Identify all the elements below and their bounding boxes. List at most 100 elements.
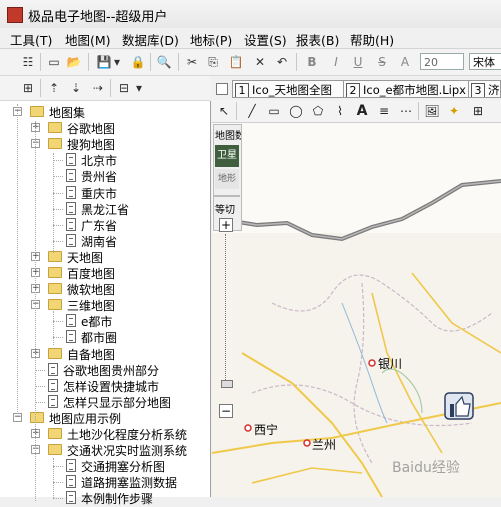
tree-node[interactable]: 北京市	[0, 152, 210, 168]
tree-node-label: 天地图	[67, 250, 104, 265]
find-icon[interactable]: 🔍	[156, 54, 172, 70]
menu-map[interactable]: 地图(M)	[65, 30, 111, 49]
tree-connector	[35, 385, 45, 387]
tree-node[interactable]: 道路拥塞监测数据	[0, 474, 210, 490]
tree-node[interactable]: − 三维地图	[0, 297, 210, 313]
italic-icon[interactable]: I	[328, 54, 344, 70]
tree-node[interactable]: 谷歌地图贵州部分	[0, 362, 210, 378]
copy-icon[interactable]: ⎘	[205, 54, 221, 70]
tree-guide-line	[17, 104, 18, 414]
cut-icon[interactable]: ✂	[184, 54, 200, 70]
paste-icon[interactable]: 📋	[228, 54, 244, 70]
tree-connector	[53, 208, 63, 210]
tree-node[interactable]: − 搜狗地图	[0, 136, 210, 152]
tree-node[interactable]: − 交通状况实时监测系统	[0, 442, 210, 458]
list-icon[interactable]: ☷	[20, 54, 36, 70]
zoom-slider-thumb[interactable]	[221, 380, 233, 388]
tree-node[interactable]: 湖南省	[0, 233, 210, 249]
tree-node[interactable]: 交通拥塞分析图	[0, 458, 210, 474]
indent-icon[interactable]: ⇢	[90, 80, 106, 96]
tab-checkbox[interactable]	[216, 83, 228, 95]
tree-node[interactable]: + 百度地图	[0, 265, 210, 281]
tree-node-label: 贵州省	[81, 170, 118, 185]
tree-node[interactable]: + 微软地图	[0, 281, 210, 297]
map-view[interactable]: 银川 西宁 兰州 Baidu经验	[212, 123, 501, 497]
pointer-icon[interactable]: ↖	[216, 103, 232, 119]
city-label: 兰州	[312, 438, 337, 452]
tab-2[interactable]: 2 Ico_e都市地图.Lipx	[343, 80, 473, 98]
menu-settings[interactable]: 设置(S)	[244, 30, 287, 49]
delete-icon[interactable]: ✕	[252, 54, 268, 70]
open-folder-icon	[30, 106, 44, 117]
polyline-tool-icon[interactable]: ⌇	[332, 103, 348, 119]
document-icon	[66, 185, 76, 199]
text-tool-icon[interactable]: A	[354, 103, 370, 119]
tree-node[interactable]: 都市圈	[0, 329, 210, 345]
undo-icon[interactable]: ↶	[274, 54, 290, 70]
layer-tool-icon[interactable]: ⊞	[470, 103, 486, 119]
folder-icon	[48, 250, 62, 262]
tree-node[interactable]: 本例制作步骤	[0, 490, 210, 506]
more-tools-icon[interactable]: ⋯	[398, 103, 414, 119]
menu-report[interactable]: 报表(B)	[296, 30, 339, 49]
menu-database[interactable]: 数据库(D)	[122, 30, 179, 49]
star-tool-icon[interactable]: ✦	[446, 103, 462, 119]
strikethrough-icon[interactable]: S	[374, 54, 390, 70]
collapse-icon[interactable]: −	[13, 412, 22, 422]
lock-icon[interactable]: 🔒	[130, 54, 146, 70]
tree-node[interactable]: 怎样只显示部分地图	[0, 394, 210, 410]
tab-label: Ico_天地图全图	[252, 83, 332, 97]
image-tool-icon[interactable]: 🖼	[424, 103, 440, 119]
tree-node[interactable]: − 地图集	[0, 104, 210, 120]
terrain-button[interactable]: 地形	[215, 169, 239, 189]
menu-help[interactable]: 帮助(H)	[350, 30, 394, 49]
font-size-select[interactable]: 20	[420, 53, 464, 70]
tree-node[interactable]: − 地图应用示例	[0, 410, 210, 426]
new-file-icon[interactable]: ▭	[46, 54, 62, 70]
layer-switch-label[interactable]: 等切	[215, 201, 235, 216]
zoom-slider-track[interactable]	[225, 234, 227, 384]
tree-node[interactable]: + 谷歌地图	[0, 120, 210, 136]
menu-landmark[interactable]: 地标(P)	[190, 30, 232, 49]
bold-icon[interactable]: B	[304, 54, 320, 70]
font-name-select[interactable]: 宋体	[469, 53, 501, 70]
polygon-tool-icon[interactable]: ⬠	[310, 103, 326, 119]
tree-options-icon[interactable]: ⊟	[116, 80, 132, 96]
tree-node[interactable]: 黑龙江省	[0, 201, 210, 217]
tree-node[interactable]: 怎样设置快捷城市	[0, 378, 210, 394]
watermark: Baidu经验	[392, 460, 460, 476]
line-style-icon[interactable]: ≡	[376, 103, 392, 119]
tree-node[interactable]: e都市	[0, 313, 210, 329]
tree-node[interactable]: + 自备地图	[0, 346, 210, 362]
tree-connector	[53, 160, 63, 162]
tree-guide-line	[53, 311, 54, 345]
tree-node[interactable]: + 天地图	[0, 249, 210, 265]
dropdown-arrow-icon[interactable]: ▾	[112, 54, 122, 70]
app-icon	[7, 7, 23, 23]
zoom-in-button[interactable]: +	[219, 218, 233, 232]
tree-refresh-icon[interactable]: ⊞	[20, 80, 36, 96]
tree-guide-line	[53, 458, 54, 498]
underline-icon[interactable]: U	[350, 54, 366, 70]
move-up-icon[interactable]: ⇡	[46, 80, 62, 96]
zoom-out-button[interactable]: −	[219, 404, 233, 418]
tree-node[interactable]: + 土地沙化程度分析系统	[0, 426, 210, 442]
tree-connector	[53, 498, 63, 500]
rectangle-tool-icon[interactable]: ▭	[266, 103, 282, 119]
tree-node-label: 微软地图	[67, 283, 116, 298]
satellite-button[interactable]: 卫星	[215, 145, 239, 167]
ellipse-tool-icon[interactable]: ◯	[288, 103, 304, 119]
dropdown-arrow-icon[interactable]: ▾	[134, 80, 144, 96]
tab-3[interactable]: 3济	[468, 80, 501, 98]
line-tool-icon[interactable]: ╱	[244, 103, 260, 119]
move-down-icon[interactable]: ⇣	[68, 80, 84, 96]
menu-tools[interactable]: 工具(T)	[10, 30, 52, 49]
save-icon[interactable]: 💾	[96, 54, 112, 70]
tree-node[interactable]: 广东省	[0, 217, 210, 233]
toolbar-separator	[88, 53, 89, 71]
tab-1[interactable]: 1 Ico_天地图全图	[232, 80, 352, 98]
tree-node[interactable]: 重庆市	[0, 185, 210, 201]
tree-node[interactable]: 贵州省	[0, 168, 210, 184]
font-color-icon[interactable]: A	[397, 54, 413, 70]
open-folder-icon[interactable]: 📂	[66, 54, 82, 70]
